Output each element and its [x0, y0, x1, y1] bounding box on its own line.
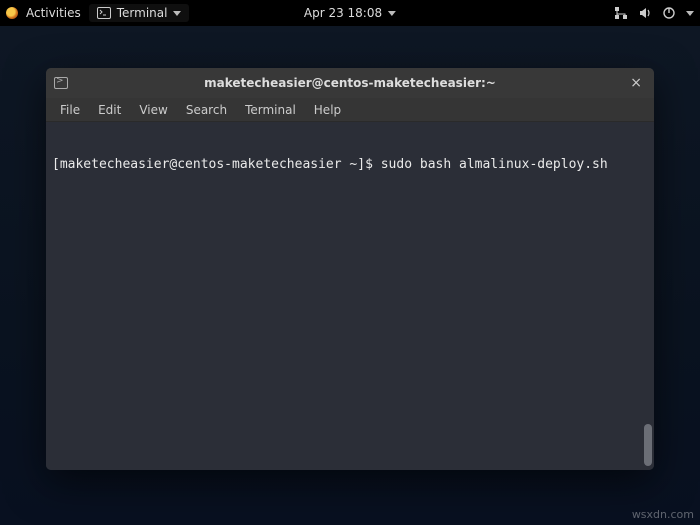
menu-file[interactable]: File — [52, 101, 88, 119]
menu-help[interactable]: Help — [306, 101, 349, 119]
current-app-indicator[interactable]: Terminal — [89, 4, 190, 22]
chevron-down-icon — [686, 11, 694, 16]
current-app-label: Terminal — [117, 6, 168, 20]
menu-terminal[interactable]: Terminal — [237, 101, 304, 119]
terminal-line: [maketecheasier@centos-maketecheasier ~]… — [52, 156, 648, 174]
network-icon[interactable] — [614, 6, 628, 20]
panel-datetime: Apr 23 18:08 — [304, 6, 382, 20]
terminal-viewport[interactable]: [maketecheasier@centos-maketecheasier ~]… — [46, 122, 654, 470]
panel-left: Activities Terminal — [6, 4, 189, 22]
desktop: maketecheasier@centos-maketecheasier:~ ×… — [0, 26, 700, 525]
shell-prompt: [maketecheasier@centos-maketecheasier ~]… — [52, 157, 381, 172]
window-menubar: File Edit View Search Terminal Help — [46, 98, 654, 122]
close-button[interactable]: × — [626, 73, 646, 93]
menu-view[interactable]: View — [131, 101, 175, 119]
activities-button[interactable]: Activities — [26, 6, 81, 20]
volume-icon[interactable] — [638, 6, 652, 20]
watermark: wsxdn.com — [632, 508, 694, 521]
close-icon: × — [630, 75, 642, 91]
distro-logo-icon — [6, 7, 18, 19]
shell-command: sudo bash almalinux-deploy.sh — [381, 157, 608, 172]
menu-search[interactable]: Search — [178, 101, 235, 119]
top-panel: Activities Terminal Apr 23 18:08 — [0, 0, 700, 26]
terminal-app-icon — [97, 7, 111, 19]
terminal-window: maketecheasier@centos-maketecheasier:~ ×… — [46, 68, 654, 470]
chevron-down-icon — [388, 11, 396, 16]
chevron-down-icon — [173, 11, 181, 16]
panel-clock[interactable]: Apr 23 18:08 — [304, 6, 396, 20]
panel-right — [614, 6, 694, 20]
window-titlebar[interactable]: maketecheasier@centos-maketecheasier:~ × — [46, 68, 654, 98]
window-app-icon — [54, 77, 68, 89]
scrollbar-thumb[interactable] — [644, 424, 652, 466]
power-icon[interactable] — [662, 6, 676, 20]
window-title: maketecheasier@centos-maketecheasier:~ — [204, 76, 496, 90]
scrollbar[interactable] — [642, 122, 652, 470]
menu-edit[interactable]: Edit — [90, 101, 129, 119]
